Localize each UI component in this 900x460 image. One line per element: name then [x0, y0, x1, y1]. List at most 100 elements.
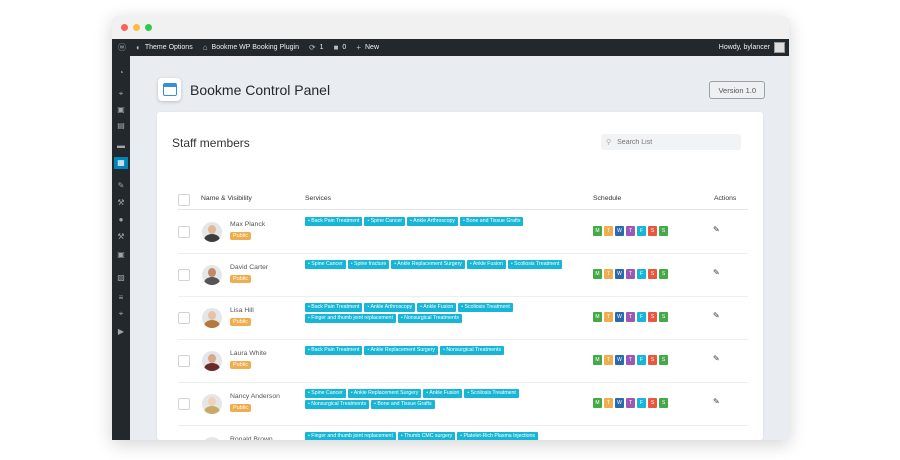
- appearance-icon[interactable]: ✎: [114, 180, 128, 192]
- edit-pencil-icon[interactable]: ✎: [713, 225, 720, 234]
- service-tag: Back Pain Treatment: [305, 346, 363, 355]
- staff-name[interactable]: Lisa Hill: [230, 307, 254, 314]
- bookme-icon[interactable]: ▧: [114, 272, 128, 284]
- schedule: MTWTFSS: [593, 269, 668, 279]
- list-icon[interactable]: ≡: [114, 292, 128, 304]
- adminbar-item-1[interactable]: ◐ Theme Options: [136, 43, 193, 52]
- schedule-day: S: [648, 269, 657, 279]
- plugins-icon[interactable]: ⚒: [114, 197, 128, 209]
- schedule-day: T: [626, 312, 635, 322]
- visibility-badge: Public: [230, 361, 251, 369]
- pin-icon[interactable]: ⌖: [114, 88, 128, 100]
- adminbar-item-label: 0: [342, 44, 347, 51]
- schedule: MTWTFSS: [593, 312, 668, 322]
- schedule-day: T: [626, 355, 635, 365]
- table-row: Lisa Hill Public Back Pain TreatmentAnkle …: [178, 297, 748, 340]
- services-list: Back Pain TreatmentAnkle ArthroscopyAnkl…: [305, 303, 565, 323]
- pin-icon[interactable]: ⌖: [114, 308, 128, 320]
- visibility-badge: Public: [230, 404, 251, 412]
- service-tag: Ankle Arthroscopy: [364, 303, 416, 312]
- dashboard-icon[interactable]: ◔: [114, 67, 128, 79]
- adminbar-item-4[interactable]: ■ 0: [334, 43, 347, 52]
- comment-icon: ■: [333, 43, 339, 52]
- users-icon[interactable]: ●: [114, 214, 128, 226]
- services-list: Back Pain TreatmentAnkle Replacement Sur…: [305, 346, 565, 355]
- schedule-day: F: [637, 398, 646, 408]
- update-icon: ⟳: [308, 43, 316, 52]
- pages-icon[interactable]: ▤: [114, 120, 128, 132]
- avatar: [202, 394, 222, 414]
- staff-name[interactable]: Laura White: [230, 350, 267, 357]
- row-checkbox[interactable]: [178, 312, 190, 324]
- schedule: MTWTFSS: [593, 226, 668, 236]
- row-checkbox[interactable]: [178, 269, 190, 281]
- schedule: MTWTFSS: [593, 355, 668, 365]
- user-avatar-icon: [774, 42, 785, 53]
- service-tag: Bone and Tissue Grafts: [459, 217, 524, 226]
- wordpress-icon: ⓦ: [118, 43, 126, 52]
- maximize-window-button[interactable]: [145, 24, 152, 31]
- calendar-icon[interactable]: ▦: [114, 157, 128, 169]
- page-title: Bookme Control Panel: [190, 82, 331, 98]
- adminbar-item-5[interactable]: + New: [356, 43, 379, 52]
- schedule-day: S: [648, 355, 657, 365]
- schedule-day: T: [604, 269, 613, 279]
- edit-pencil-icon[interactable]: ✎: [713, 311, 720, 320]
- search-input[interactable]: [617, 138, 728, 146]
- adminbar-item-label: New: [365, 44, 380, 51]
- plus-icon: +: [356, 43, 361, 52]
- settings-icon[interactable]: ▣: [114, 249, 128, 261]
- schedule-day: T: [604, 398, 613, 408]
- adminbar-item-label: Bookme WP Booking Plugin: [211, 44, 299, 51]
- schedule: MTWTFSS: [593, 398, 668, 408]
- service-tag: Ankle Arthroscopy: [407, 217, 458, 226]
- service-tag: Finger and thumb joint replacement: [305, 314, 396, 323]
- staff-name[interactable]: David Carter: [230, 264, 268, 271]
- column-header-name[interactable]: Name & Visibility: [201, 195, 252, 202]
- schedule-day: S: [659, 269, 668, 279]
- column-header-services[interactable]: Services: [305, 195, 331, 202]
- adminbar-item-0[interactable]: ⓦ: [118, 42, 126, 53]
- table-row: Max Planck Public Back Pain TreatmentSpine…: [178, 211, 748, 254]
- service-tag: Nonsurgical Treatments: [305, 400, 370, 409]
- schedule-day: T: [626, 398, 635, 408]
- edit-pencil-icon[interactable]: ✎: [713, 354, 720, 363]
- account-menu[interactable]: Howdy, bylancer: [719, 39, 785, 56]
- staff-name[interactable]: Max Planck: [230, 221, 265, 228]
- select-all-checkbox[interactable]: [178, 194, 190, 206]
- service-tag: Spine Cancer: [305, 260, 346, 269]
- services-list: Finger and thumb joint replacementThumb …: [305, 432, 565, 440]
- edit-pencil-icon[interactable]: ✎: [713, 397, 720, 406]
- service-tag: Finger and thumb joint replacement: [305, 432, 396, 440]
- visibility-badge: Public: [230, 318, 251, 326]
- minimize-window-button[interactable]: [133, 24, 140, 31]
- calendar-logo-icon: [158, 78, 181, 101]
- edit-pencil-icon[interactable]: ✎: [713, 268, 720, 277]
- visibility-badge: Public: [230, 232, 251, 240]
- service-tag: Spine Cancer: [364, 217, 406, 226]
- adminbar-item-2[interactable]: ⌂ Bookme WP Booking Plugin: [203, 43, 299, 52]
- staff-name[interactable]: Nancy Anderson: [230, 393, 280, 400]
- row-checkbox[interactable]: [178, 398, 190, 410]
- schedule-day: W: [615, 269, 624, 279]
- column-header-schedule[interactable]: Schedule: [593, 195, 621, 202]
- adminbar-item-3[interactable]: ⟳ 1: [309, 43, 324, 52]
- media-icon[interactable]: ▣: [114, 104, 128, 116]
- play-icon[interactable]: ▶: [114, 326, 128, 338]
- schedule-day: S: [648, 226, 657, 236]
- comments-icon[interactable]: ▬: [114, 140, 128, 152]
- services-list: Spine CancerSpine fractureAnkle Replacem…: [305, 260, 565, 269]
- wp-admin-sidebar: ◔ ⌖ ▣ ▤ ▬ ▦ ✎ ⚒ ● ⚒ ▣ ▧ ≡ ⌖ ▶: [112, 56, 130, 440]
- tools-icon[interactable]: ⚒: [114, 231, 128, 243]
- palette-icon: ◐: [136, 43, 141, 52]
- staff-name[interactable]: Ronald Brown: [230, 436, 273, 440]
- schedule-day: W: [615, 355, 624, 365]
- service-tag: Spine fracture: [347, 260, 390, 269]
- row-checkbox[interactable]: [178, 226, 190, 238]
- schedule-day: W: [615, 312, 624, 322]
- close-window-button[interactable]: [121, 24, 128, 31]
- wp-admin-bar: ⓦ ◐ Theme Options ⌂ Bookme WP Booking Plugin…: [112, 39, 789, 56]
- avatar: [202, 265, 222, 285]
- row-checkbox[interactable]: [178, 355, 190, 367]
- version-button[interactable]: Version 1.0: [709, 81, 765, 99]
